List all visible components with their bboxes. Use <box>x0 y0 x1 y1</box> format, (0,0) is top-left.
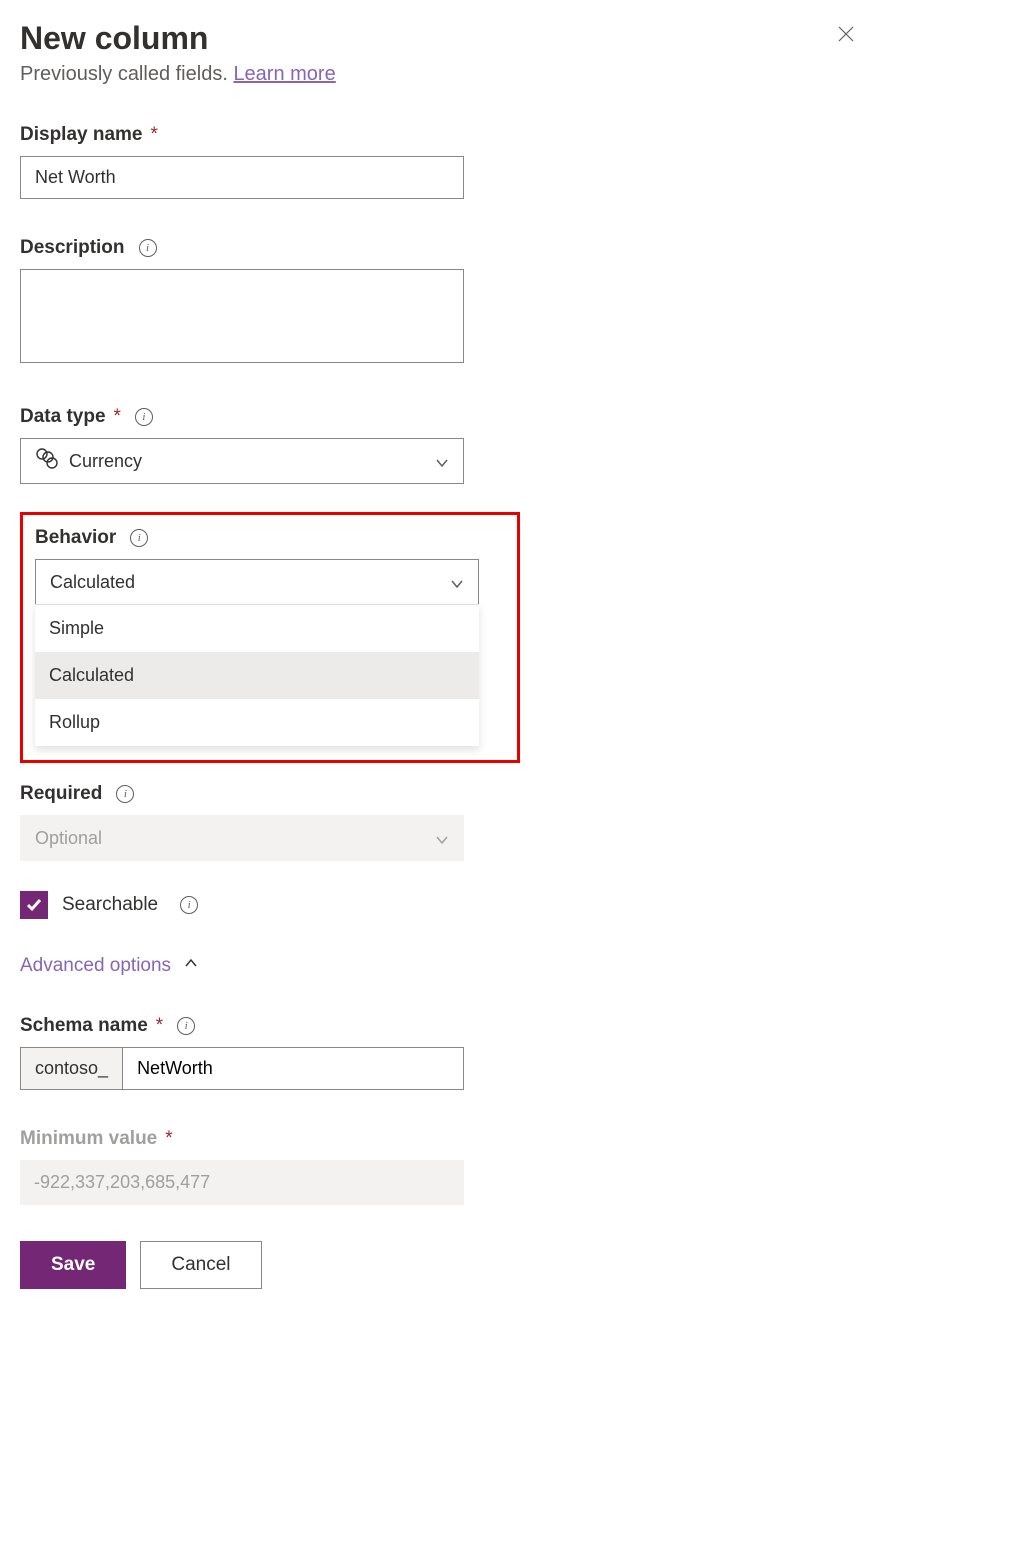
cancel-button[interactable]: Cancel <box>140 1241 261 1289</box>
min-value-input: -922,337,203,685,477 <box>20 1160 464 1205</box>
learn-more-link[interactable]: Learn more <box>233 63 335 85</box>
description-label-text: Description <box>20 237 125 259</box>
panel-subtitle: Previously called fields. Learn more <box>20 63 336 86</box>
required-label-text: Required <box>20 783 102 805</box>
chevron-down-icon <box>435 831 449 845</box>
required-label: Required i <box>20 783 860 805</box>
required-value: Optional <box>35 828 102 849</box>
info-icon[interactable]: i <box>116 785 134 803</box>
description-input[interactable] <box>20 269 464 363</box>
currency-icon <box>35 447 59 476</box>
behavior-highlight: Behavior i Calculated Simple Calculated … <box>20 512 520 763</box>
min-value-label-text: Minimum value <box>20 1128 157 1150</box>
data-type-label: Data type * i <box>20 406 860 428</box>
behavior-value: Calculated <box>50 572 135 593</box>
chevron-down-icon <box>450 575 464 589</box>
display-name-label: Display name * <box>20 124 860 146</box>
info-icon[interactable]: i <box>139 239 157 257</box>
required-star: * <box>165 1128 172 1150</box>
behavior-select[interactable]: Calculated <box>35 559 479 605</box>
close-icon <box>836 24 856 44</box>
advanced-options-toggle[interactable]: Advanced options <box>20 955 860 977</box>
behavior-option-simple[interactable]: Simple <box>35 605 479 652</box>
panel-title: New column <box>20 20 336 57</box>
behavior-option-rollup[interactable]: Rollup <box>35 699 479 746</box>
searchable-label: Searchable <box>62 894 158 916</box>
display-name-label-text: Display name <box>20 124 143 146</box>
behavior-dropdown: Simple Calculated Rollup <box>35 604 479 746</box>
chevron-down-icon <box>435 454 449 468</box>
min-value-label: Minimum value * <box>20 1128 860 1150</box>
info-icon[interactable]: i <box>180 896 198 914</box>
chevron-up-icon <box>183 955 199 977</box>
info-icon[interactable]: i <box>177 1017 195 1035</box>
check-icon <box>25 896 43 914</box>
data-type-label-text: Data type <box>20 406 106 428</box>
info-icon[interactable]: i <box>130 529 148 547</box>
searchable-checkbox[interactable] <box>20 891 48 919</box>
close-button[interactable] <box>832 20 860 53</box>
display-name-input[interactable] <box>20 156 464 199</box>
advanced-options-label: Advanced options <box>20 955 171 977</box>
schema-name-label: Schema name * i <box>20 1015 860 1037</box>
schema-prefix: contoso_ <box>21 1048 123 1089</box>
subtitle-text: Previously called fields. <box>20 63 233 85</box>
description-label: Description i <box>20 237 860 259</box>
behavior-option-calculated[interactable]: Calculated <box>35 652 479 699</box>
data-type-select[interactable]: Currency <box>20 438 464 484</box>
required-star: * <box>151 124 158 146</box>
required-select: Optional <box>20 815 464 861</box>
behavior-label: Behavior i <box>35 527 505 549</box>
info-icon[interactable]: i <box>135 408 153 426</box>
save-button[interactable]: Save <box>20 1241 126 1289</box>
behavior-label-text: Behavior <box>35 527 116 549</box>
schema-name-label-text: Schema name <box>20 1015 148 1037</box>
data-type-value: Currency <box>69 451 142 472</box>
required-star: * <box>156 1015 163 1037</box>
schema-name-input[interactable] <box>123 1048 463 1089</box>
required-star: * <box>114 406 121 428</box>
